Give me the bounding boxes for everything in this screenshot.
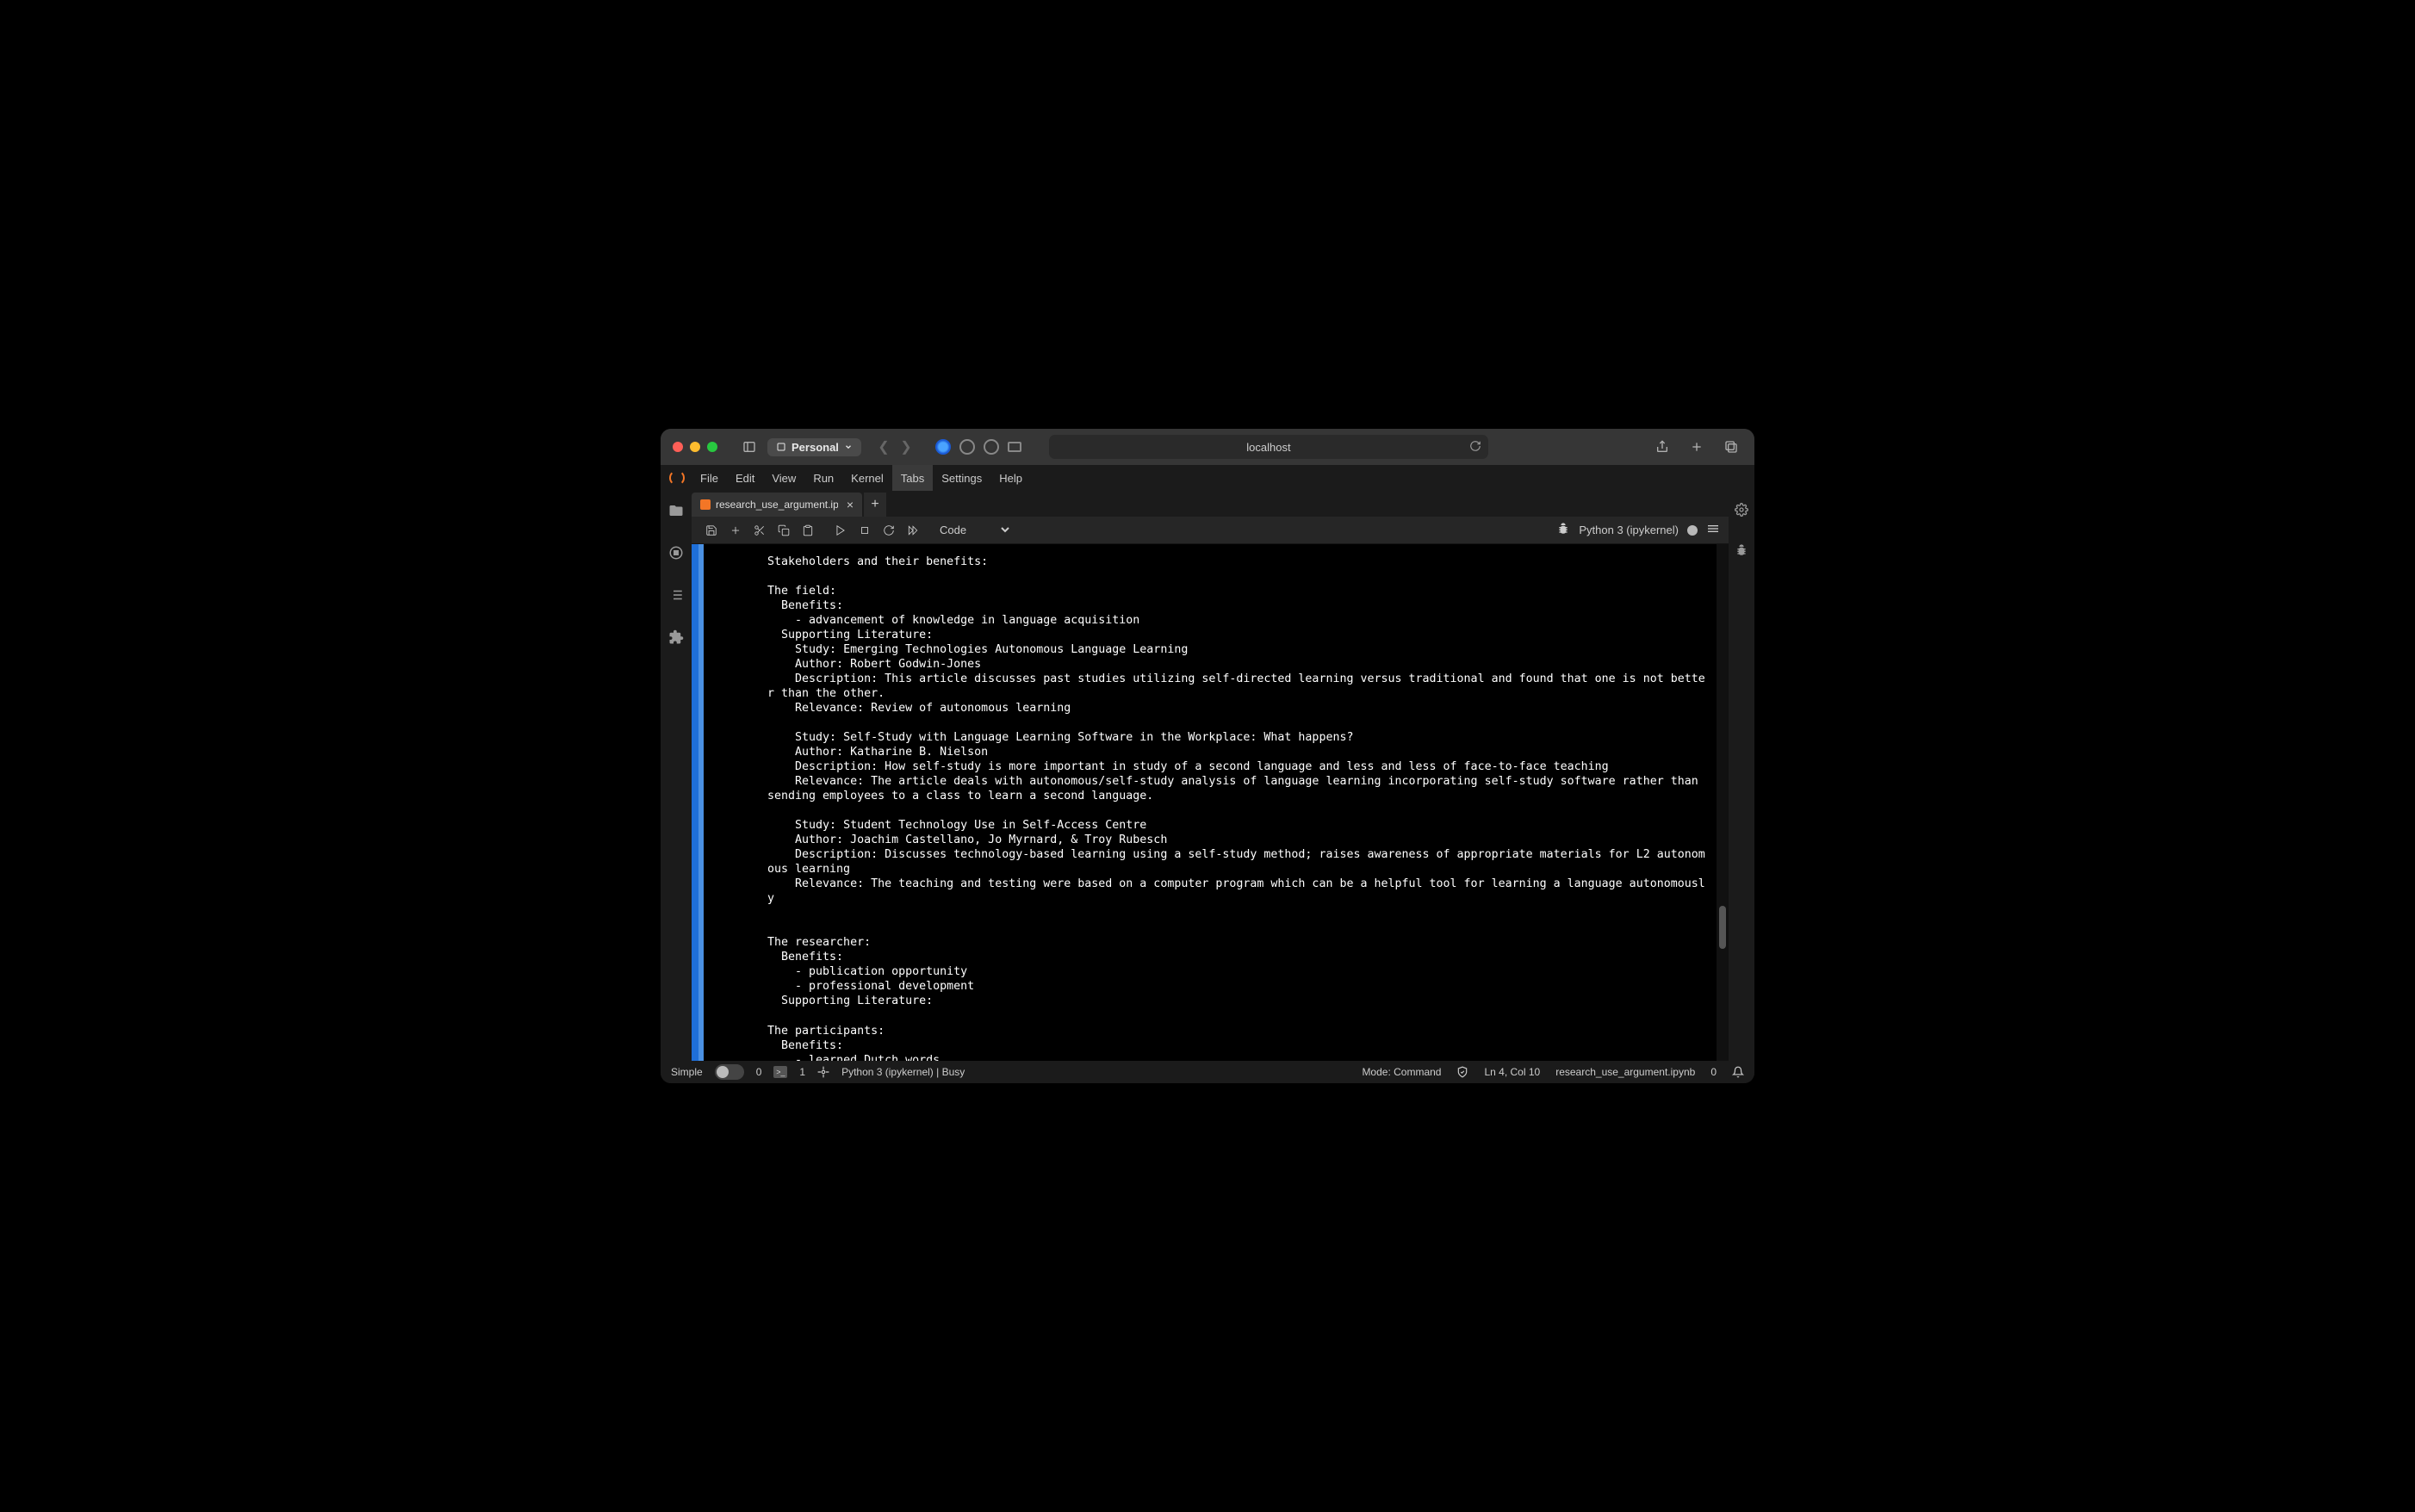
property-inspector-icon[interactable] bbox=[1735, 503, 1748, 521]
menu-settings[interactable]: Settings bbox=[933, 465, 990, 491]
new-tab-icon[interactable] bbox=[1686, 436, 1708, 458]
profile-selector[interactable]: Personal bbox=[767, 438, 861, 456]
file-tab-row: research_use_argument.ipy × + bbox=[692, 491, 1729, 517]
notebook-icon bbox=[700, 499, 711, 510]
extension-icon-3[interactable] bbox=[984, 439, 999, 455]
cell-select-gutter bbox=[692, 544, 698, 1061]
extensions-icon[interactable] bbox=[668, 629, 684, 649]
address-text: localhost bbox=[1246, 441, 1290, 454]
restart-icon[interactable] bbox=[878, 519, 900, 542]
status-filename[interactable]: research_use_argument.ipynb bbox=[1555, 1066, 1695, 1078]
cut-icon[interactable] bbox=[748, 519, 771, 542]
trusted-icon[interactable] bbox=[1456, 1066, 1468, 1078]
new-launcher-button[interactable]: + bbox=[864, 493, 886, 517]
menu-help[interactable]: Help bbox=[990, 465, 1031, 491]
menu-view[interactable]: View bbox=[763, 465, 804, 491]
workspace: research_use_argument.ipy × + Code bbox=[661, 491, 1754, 1061]
minimize-window-button[interactable] bbox=[690, 442, 700, 452]
jupyter-logo[interactable] bbox=[666, 467, 688, 489]
file-browser-icon[interactable] bbox=[668, 503, 684, 523]
bell-icon[interactable] bbox=[1732, 1066, 1744, 1078]
main-area: research_use_argument.ipy × + Code bbox=[692, 491, 1729, 1061]
sidebar-toggle-icon[interactable] bbox=[738, 436, 761, 458]
file-tab[interactable]: research_use_argument.ipy × bbox=[692, 493, 862, 517]
menu-tabs[interactable]: Tabs bbox=[892, 465, 933, 491]
nav-arrows: ❮ ❯ bbox=[873, 438, 916, 455]
window-controls bbox=[673, 442, 717, 452]
running-icon[interactable] bbox=[668, 545, 684, 565]
extension-icon-2[interactable] bbox=[959, 439, 975, 455]
cell-output-text: Stakeholders and their benefits: The fie… bbox=[704, 544, 1717, 1061]
toc-icon[interactable] bbox=[668, 587, 684, 607]
extension-icons bbox=[935, 439, 1021, 455]
copy-icon[interactable] bbox=[773, 519, 795, 542]
cursor-position[interactable]: Ln 4, Col 10 bbox=[1484, 1066, 1540, 1078]
menu-file[interactable]: File bbox=[692, 465, 727, 491]
run-icon[interactable] bbox=[829, 519, 852, 542]
nav-forward-button[interactable]: ❯ bbox=[896, 438, 916, 455]
left-activity-bar bbox=[661, 491, 692, 1061]
statusbar: Simple 0 >_ 1 Python 3 (ipykernel) | Bus… bbox=[661, 1061, 1754, 1083]
simple-mode-label: Simple bbox=[671, 1066, 703, 1078]
notification-count[interactable]: 0 bbox=[1710, 1066, 1717, 1078]
kernel-status-text[interactable]: Python 3 (ipykernel) | Busy bbox=[841, 1066, 965, 1078]
save-icon[interactable] bbox=[700, 519, 723, 542]
menu-edit[interactable]: Edit bbox=[727, 465, 763, 491]
mode-text[interactable]: Mode: Command bbox=[1362, 1066, 1441, 1078]
tab-overview-icon[interactable] bbox=[1720, 436, 1742, 458]
debugger-panel-icon[interactable] bbox=[1735, 543, 1748, 561]
terminals-count[interactable]: 0 bbox=[756, 1066, 762, 1078]
extension-icon-1[interactable] bbox=[935, 439, 951, 455]
browser-window: Personal ❮ ❯ localhost FileEditViewRunK bbox=[661, 429, 1754, 1083]
more-icon[interactable] bbox=[1706, 522, 1720, 538]
menu-kernel[interactable]: Kernel bbox=[842, 465, 892, 491]
kernels-count[interactable]: 1 bbox=[799, 1066, 805, 1078]
interrupt-icon[interactable] bbox=[854, 519, 876, 542]
notebook-toolbar: Code Python 3 (ipykernel) bbox=[692, 517, 1729, 544]
notebook-area: Stakeholders and their benefits: The fie… bbox=[692, 544, 1729, 1061]
close-window-button[interactable] bbox=[673, 442, 683, 452]
fullscreen-window-button[interactable] bbox=[707, 442, 717, 452]
kernel-name[interactable]: Python 3 (ipykernel) bbox=[1579, 524, 1679, 536]
address-bar[interactable]: localhost bbox=[1049, 435, 1488, 459]
terminal-icon[interactable]: >_ bbox=[773, 1066, 787, 1078]
right-activity-bar bbox=[1729, 491, 1754, 1061]
file-tab-label: research_use_argument.ipy bbox=[716, 499, 838, 511]
kernel-status-indicator[interactable] bbox=[1687, 525, 1698, 536]
notebook-scrollbar[interactable] bbox=[1717, 544, 1729, 1061]
reload-icon[interactable] bbox=[1469, 440, 1481, 455]
extension-icon-4[interactable] bbox=[1008, 442, 1021, 452]
debugger-icon[interactable] bbox=[1556, 522, 1570, 538]
lsp-status-icon[interactable] bbox=[817, 1066, 829, 1078]
nav-back-button[interactable]: ❮ bbox=[873, 438, 894, 455]
insert-cell-icon[interactable] bbox=[724, 519, 747, 542]
simple-mode-toggle[interactable] bbox=[715, 1064, 744, 1080]
close-tab-icon[interactable]: × bbox=[843, 498, 857, 511]
cell-type-select[interactable]: Code bbox=[933, 521, 1012, 539]
output-cell[interactable]: Stakeholders and their benefits: The fie… bbox=[692, 544, 1717, 1061]
menubar: FileEditViewRunKernelTabsSettingsHelp bbox=[661, 465, 1754, 491]
menu-run[interactable]: Run bbox=[804, 465, 842, 491]
paste-icon[interactable] bbox=[797, 519, 819, 542]
profile-label: Personal bbox=[792, 441, 839, 454]
chevron-down-icon bbox=[844, 443, 853, 451]
share-icon[interactable] bbox=[1651, 436, 1673, 458]
titlebar: Personal ❮ ❯ localhost bbox=[661, 429, 1754, 465]
scroll-thumb[interactable] bbox=[1719, 906, 1726, 949]
restart-run-all-icon[interactable] bbox=[902, 519, 924, 542]
